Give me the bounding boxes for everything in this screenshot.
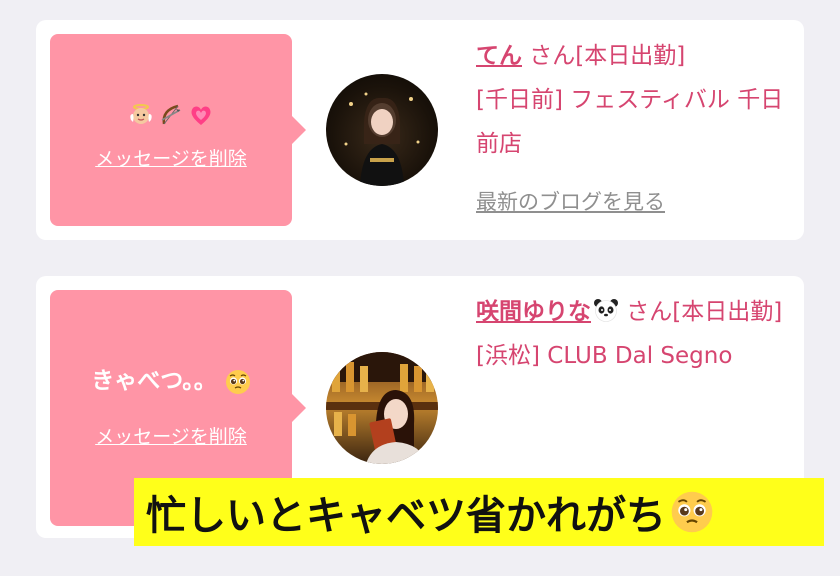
panda-icon: [594, 299, 618, 322]
avatar-photo: [344, 92, 420, 186]
avatar[interactable]: [326, 74, 438, 186]
cast-name-link[interactable]: てん: [476, 43, 522, 69]
message-body: きゃべつ。。: [91, 368, 217, 394]
cast-name-text: 咲間ゆりな: [476, 299, 591, 325]
delete-message-link[interactable]: メッセージを削除: [50, 146, 292, 172]
pleading-face-icon: [225, 369, 250, 394]
message-bubble: メッセージを削除: [50, 34, 306, 226]
message-card: メッセージを削除 てん さん[本日出勤] [千日前] フェスティバル 千日前店 …: [36, 20, 804, 240]
baby-angel-icon: [130, 104, 152, 124]
cast-info: 咲間ゆりな さん[本日出勤] [浜松] CLUB Dal Segno: [476, 290, 796, 378]
pleading-face-icon: [671, 491, 713, 533]
caption-text: 忙しいとキャベツ省かれがち: [146, 493, 666, 539]
message-text: [50, 102, 292, 136]
delete-message-link[interactable]: メッセージを削除: [50, 424, 292, 450]
cast-status: さん[本日出勤]: [522, 43, 686, 69]
bow-arrow-icon: [161, 104, 181, 125]
cast-info: てん さん[本日出勤] [千日前] フェスティバル 千日前店: [476, 34, 796, 166]
shop-name: [千日前] フェスティバル 千日前店: [476, 87, 784, 157]
shop-name: [浜松] CLUB Dal Segno: [476, 343, 733, 369]
caption-overlay: 忙しいとキャベツ省かれがち: [134, 478, 824, 546]
message-text: きゃべつ。。: [50, 366, 292, 396]
cast-name-link[interactable]: 咲間ゆりな: [476, 299, 619, 325]
cast-status: さん[本日出勤]: [619, 299, 783, 325]
avatar-photo: [326, 352, 438, 464]
latest-blog-link[interactable]: 最新のブログを見る: [476, 186, 665, 216]
growing-heart-icon: [191, 106, 211, 125]
avatar[interactable]: [326, 352, 438, 464]
